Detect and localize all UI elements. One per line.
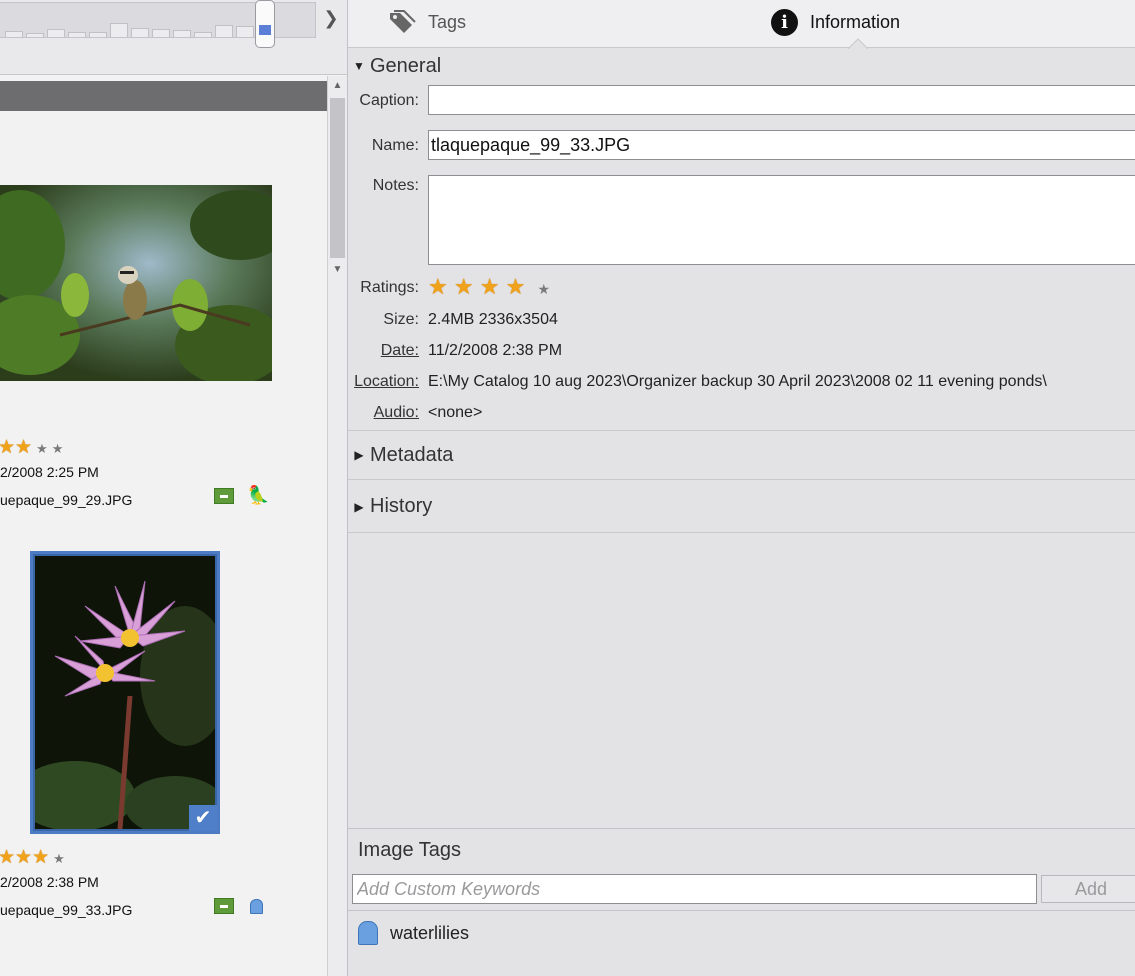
caption-label: Caption: xyxy=(359,92,419,109)
metadata-title: Metadata xyxy=(370,443,454,466)
tab-information[interactable]: i Information xyxy=(771,8,900,36)
audio-value: <none> xyxy=(428,404,483,421)
timeline-bar xyxy=(68,32,86,37)
notes-label: Notes: xyxy=(372,177,419,194)
keyword-input[interactable] xyxy=(352,874,1037,904)
star-icon[interactable]: ★ xyxy=(454,274,474,299)
collapse-triangle-icon: ▼ xyxy=(353,59,365,73)
star-icon[interactable]: ★ xyxy=(428,274,448,299)
metadata-section-header[interactable]: ▶ Metadata xyxy=(348,430,1135,480)
timeline-bar xyxy=(26,33,44,37)
rating-stars[interactable]: ★ ★ ★ ★ ★ xyxy=(428,274,550,300)
scrollbar-thumb[interactable] xyxy=(330,98,345,258)
star-icon[interactable]: ★ xyxy=(15,437,32,458)
bird-tag-icon: 🦜 xyxy=(247,485,270,505)
tag-icon xyxy=(358,921,378,945)
star-icon[interactable]: ★ xyxy=(32,847,49,868)
star-icon[interactable]: ★ xyxy=(0,847,15,868)
divider xyxy=(348,910,1135,911)
tags-icon xyxy=(388,10,416,34)
chevron-right-icon[interactable]: ❯ xyxy=(320,6,342,30)
star-empty-icon[interactable]: ★ xyxy=(537,281,550,297)
star-empty-icon[interactable]: ★ xyxy=(36,441,48,456)
timeline-bar xyxy=(173,30,191,37)
card-date: 2/2008 2:38 PM xyxy=(0,874,99,890)
star-icon[interactable]: ★ xyxy=(480,274,500,299)
timeline-bar xyxy=(89,32,107,37)
timeline-bar xyxy=(194,32,212,37)
caption-input[interactable] xyxy=(428,85,1135,115)
photo-thumbnail-bird[interactable] xyxy=(0,185,272,381)
expand-triangle-icon: ▶ xyxy=(354,448,364,462)
stack-icon[interactable] xyxy=(214,488,234,504)
name-label: Name: xyxy=(371,137,419,154)
grid-header-bar xyxy=(0,81,327,111)
tab-tags[interactable]: Tags xyxy=(388,8,466,36)
timeline-bar xyxy=(131,28,149,37)
timeline-slider-thumb[interactable] xyxy=(255,0,275,48)
grid-scrollbar[interactable]: ▲ ▼ xyxy=(327,76,347,976)
date-label[interactable]: Date: xyxy=(381,342,419,360)
tab-tags-label: Tags xyxy=(428,11,467,32)
timeline-bar xyxy=(236,26,254,37)
card-filename: uepaque_99_29.JPG xyxy=(0,492,133,508)
star-empty-icon[interactable]: ★ xyxy=(52,441,64,456)
tab-information-label: Information xyxy=(810,11,901,32)
photo-thumbnail-waterlily[interactable]: ✔ xyxy=(30,551,220,834)
notes-textarea[interactable] xyxy=(428,175,1135,265)
card-2-rating[interactable]: ★★★ ★ xyxy=(0,846,65,869)
star-empty-icon[interactable]: ★ xyxy=(53,851,65,866)
card-1-rating[interactable]: ★★ ★ ★ xyxy=(0,436,63,459)
info-panel: Tags i Information ▼ General Caption: Na… xyxy=(347,0,1135,976)
add-keyword-button[interactable]: Add xyxy=(1041,875,1135,903)
timeline-bar xyxy=(215,25,233,37)
stack-icon[interactable] xyxy=(214,898,234,914)
general-title: General xyxy=(370,54,442,77)
timeline-bar xyxy=(152,29,170,37)
timeline-bar xyxy=(47,29,65,37)
tag-icon xyxy=(250,899,263,914)
scroll-down-icon[interactable]: ▼ xyxy=(328,260,347,280)
timeline-bar xyxy=(110,23,128,37)
tag-item-label: waterlilies xyxy=(390,922,470,943)
timeline-bar xyxy=(5,31,23,37)
tag-item[interactable]: waterlilies xyxy=(358,921,469,945)
size-value: 2.4MB 2336x3504 xyxy=(428,311,558,328)
image-tags-title: Image Tags xyxy=(358,839,462,861)
timeline[interactable]: ❯ xyxy=(0,0,347,75)
name-input[interactable] xyxy=(428,130,1135,160)
media-browser: ❯ ★★ ★ ★ 2/2008 2:25 PM uepaque_99_29.JP… xyxy=(0,0,347,976)
scroll-up-icon[interactable]: ▲ xyxy=(328,76,347,96)
expand-triangle-icon: ▶ xyxy=(354,499,364,514)
history-title: History xyxy=(370,495,433,517)
ratings-label: Ratings: xyxy=(360,279,419,296)
card-filename: uepaque_99_33.JPG xyxy=(0,902,133,918)
history-section-header[interactable]: ▶ History xyxy=(348,481,1135,533)
location-value: E:\My Catalog 10 aug 2023\Organizer back… xyxy=(428,373,1047,390)
info-icon: i xyxy=(771,8,798,36)
check-icon[interactable]: ✔ xyxy=(189,805,217,831)
location-label[interactable]: Location: xyxy=(354,373,419,391)
size-label: Size: xyxy=(383,311,419,328)
audio-label[interactable]: Audio: xyxy=(374,404,419,422)
star-icon[interactable]: ★ xyxy=(0,437,15,458)
star-icon[interactable]: ★ xyxy=(15,847,32,868)
image-tags-section: Image Tags Add waterlilies xyxy=(348,828,1135,976)
date-value: 11/2/2008 2:38 PM xyxy=(428,342,563,359)
star-icon[interactable]: ★ xyxy=(506,274,526,299)
card-date: 2/2008 2:25 PM xyxy=(0,464,99,480)
panel-tabs: Tags i Information xyxy=(348,0,1135,49)
general-section-header[interactable]: ▼ General xyxy=(348,48,1135,84)
